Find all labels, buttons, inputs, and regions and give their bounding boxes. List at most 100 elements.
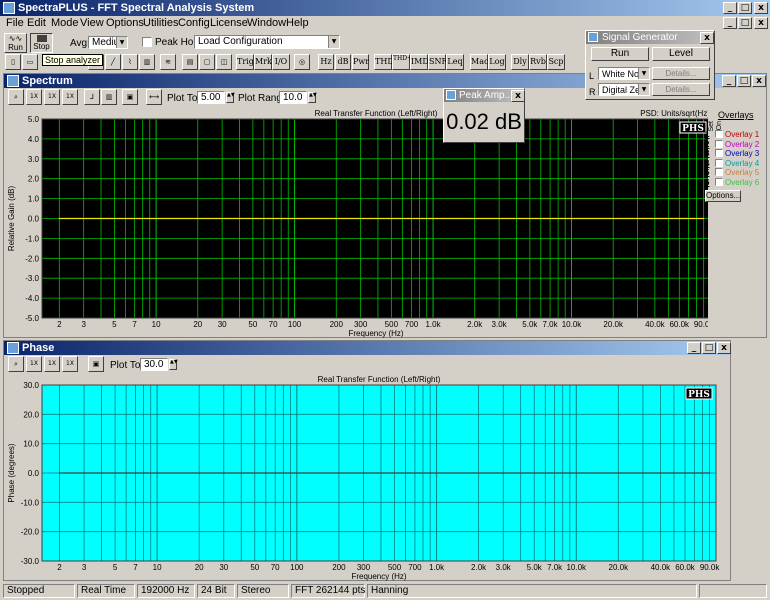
dly-button[interactable]: Dly (511, 54, 529, 70)
overlay-on-checkbox[interactable] (715, 168, 723, 177)
snr-button[interactable]: SNR (428, 54, 448, 70)
mdi-close-icon[interactable]: x (754, 17, 768, 29)
peak-hold-checkbox[interactable] (142, 37, 152, 47)
spectrogram-icon[interactable]: ▥ (139, 54, 155, 70)
overlay-set-button[interactable]: 2 (705, 140, 709, 149)
right-details-button[interactable]: Details... (652, 83, 710, 96)
phase-zoom-out-icon[interactable]: 1X (44, 356, 60, 372)
overlay-on-checkbox[interactable] (715, 130, 723, 138)
menu-options[interactable]: Options (106, 17, 144, 30)
phase-config-icon[interactable]: ▣ (88, 356, 104, 372)
line-plot-icon[interactable]: ╱ (105, 54, 121, 70)
load-configuration-select[interactable]: Load Configuration ▼ (194, 35, 340, 49)
thd-n-button[interactable]: THD+N (392, 54, 417, 70)
overlay-on-checkbox[interactable] (715, 149, 723, 158)
menu-edit[interactable]: Edit (27, 17, 46, 30)
zoom-icon[interactable]: ⌕ (8, 89, 24, 105)
mac-button[interactable]: Mac (470, 54, 488, 70)
imd-button[interactable]: IMD (410, 54, 429, 70)
open-file-icon[interactable]: ▭ (22, 54, 38, 70)
phase-minimize-icon[interactable]: _ (687, 342, 701, 354)
overlay-set-button[interactable]: 5 (705, 168, 709, 177)
thd-button[interactable]: THD (374, 54, 394, 70)
waveform-icon[interactable]: ⌇ (122, 54, 138, 70)
generator-icon[interactable]: ◎ (294, 54, 310, 70)
db-button[interactable]: dB (335, 54, 351, 70)
menu-utilities[interactable]: Utilities (143, 17, 178, 30)
phase-zoom-in-icon[interactable]: 1X (26, 356, 42, 372)
right-generator-select[interactable]: Digital Zero ▼ (598, 83, 650, 96)
zoom-out-icon[interactable]: 1X (44, 89, 60, 105)
spin-icon[interactable]: ▲▼ (169, 359, 178, 370)
overlay-on-checkbox[interactable] (715, 139, 723, 148)
rvb-button[interactable]: Rvb (529, 54, 547, 70)
spectrum-maximize-icon[interactable]: □ (737, 75, 751, 87)
overlay-on-checkbox[interactable] (715, 178, 723, 186)
overlay-set-button[interactable]: 3 (705, 149, 709, 158)
menu-mode[interactable]: Mode (51, 17, 79, 30)
scp-button[interactable]: Scp (547, 54, 565, 70)
y-tick-label: -3.0 (25, 274, 39, 283)
overlay-set-button[interactable]: 4 (705, 159, 709, 168)
axis-icon[interactable]: ⅃ (84, 89, 100, 105)
left-details-button[interactable]: Details... (652, 67, 710, 80)
mrk-button[interactable]: Mrk (254, 54, 272, 70)
data-point (156, 472, 158, 474)
generator-run-button[interactable]: Run (591, 47, 649, 61)
trig-button[interactable]: Trig (236, 54, 254, 70)
generator-level-button[interactable]: Level (652, 47, 710, 61)
bar-icon[interactable]: ▥ (101, 89, 117, 105)
new-file-icon[interactable]: ▯ (5, 54, 21, 70)
peak-amplitude-close-icon[interactable]: x (511, 90, 525, 102)
menu-view[interactable]: View (80, 17, 104, 30)
stop-button[interactable]: Stop (30, 33, 53, 53)
spectrum-close-icon[interactable]: x (752, 75, 766, 87)
avg-select[interactable]: Medium ▼ (88, 36, 128, 49)
data-point (570, 217, 573, 220)
overlay-options-button[interactable]: Options... (705, 190, 741, 202)
menu-window[interactable]: Window (247, 17, 286, 30)
phase-plot-top-input[interactable]: 30.0 (140, 358, 168, 371)
spin-icon[interactable]: ▲▼ (226, 92, 235, 103)
scope-icon[interactable]: ◫ (216, 54, 232, 70)
menu-help[interactable]: Help (286, 17, 309, 30)
close-icon[interactable]: x (754, 2, 768, 14)
phase-zoom-icon[interactable]: ⌕ (8, 356, 24, 372)
menu-config[interactable]: Config (178, 17, 210, 30)
overlay-on-checkbox[interactable] (715, 158, 723, 167)
phase-zoom-reset-icon[interactable]: 1X (62, 356, 78, 372)
zoom-in-icon[interactable]: 1X (26, 89, 42, 105)
config-icon[interactable]: ▣ (122, 89, 138, 105)
3d-surface-icon[interactable]: ≋ (160, 54, 176, 70)
menu-file[interactable]: File (6, 17, 24, 30)
pwr-button[interactable]: Pwr (352, 54, 369, 70)
maximize-icon[interactable]: □ (738, 2, 752, 14)
spectrum-minimize-icon[interactable]: _ (722, 75, 736, 87)
plot-range-input[interactable]: 10.0 (279, 91, 307, 104)
overlay-set-button[interactable]: 6 (705, 178, 709, 187)
overlay-set-button[interactable]: 1 (705, 130, 709, 139)
scale-icon[interactable]: ⟷ (146, 89, 162, 105)
hz-button[interactable]: Hz (318, 54, 334, 70)
phase-maximize-icon[interactable]: □ (702, 342, 716, 354)
spectrum-plot-top-input[interactable]: 5.00 (197, 91, 225, 104)
left-generator-select[interactable]: White Noise ▼ (598, 67, 650, 80)
phase-chart[interactable]: 30.0 20.0 10.0 0.0 -10.0 -20.0 -30.0 2 3 5 7 10 20 30… (4, 373, 730, 581)
run-button[interactable]: ∿∿ Run (4, 33, 27, 53)
zoom-reset-icon[interactable]: 1X (62, 89, 78, 105)
mdi-restore-icon[interactable]: □ (738, 17, 752, 29)
leq-button[interactable]: Leq (446, 54, 464, 70)
minimize-icon[interactable]: _ (723, 2, 737, 14)
table-icon[interactable]: ▤ (182, 54, 198, 70)
mdi-minimize-icon[interactable]: _ (723, 17, 737, 29)
menu-license[interactable]: License (210, 17, 248, 30)
phase-close-icon[interactable]: x (717, 342, 731, 354)
octave-icon[interactable]: ▢ (199, 54, 215, 70)
log-button[interactable]: Log (488, 54, 506, 70)
x-tick-label: 10.0k (562, 320, 583, 329)
spin-icon[interactable]: ▲▼ (308, 92, 317, 103)
signal-generator-close-icon[interactable]: x (700, 32, 714, 44)
stop-icon (36, 35, 47, 42)
spectrum-chart[interactable]: 5.04.03.02.01.00.0-1.0-2.0-3.0-4.0-5.02 3… (4, 106, 708, 338)
io-button[interactable]: I/O (272, 54, 290, 70)
